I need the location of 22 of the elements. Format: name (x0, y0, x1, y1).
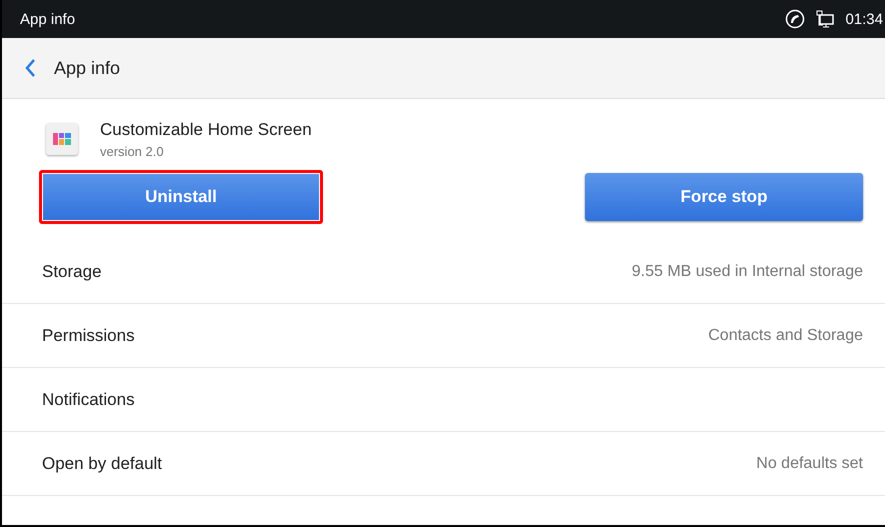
row-label: Permissions (42, 326, 135, 346)
app-name: Customizable Home Screen (100, 120, 312, 140)
action-button[interactable]: Uninstall (39, 170, 323, 224)
network-icon (815, 9, 836, 29)
row-label: Notifications (42, 390, 135, 410)
app-version: version 2.0 (100, 144, 165, 158)
settings-row[interactable]: Notifications (2, 368, 885, 432)
clock: 01:34 (845, 10, 883, 28)
phone-icon (785, 9, 806, 29)
row-label: Storage (42, 262, 102, 282)
back-icon[interactable] (24, 58, 36, 78)
action-button[interactable]: Force stop (585, 173, 863, 221)
row-label: Open by default (42, 454, 162, 474)
page-title: App info (54, 58, 120, 78)
settings-row[interactable]: Storage 9.55 MB used in Internal storage (2, 240, 885, 304)
row-value: No defaults set (756, 454, 863, 472)
status-bar-title: App info (20, 10, 76, 28)
row-value: Contacts and Storage (708, 326, 863, 344)
settings-row[interactable]: Open by default No defaults set (2, 432, 885, 496)
row-value: 9.55 MB used in Internal storage (632, 262, 863, 280)
app-icon (46, 123, 78, 155)
settings-row[interactable]: Permissions Contacts and Storage (2, 304, 885, 368)
